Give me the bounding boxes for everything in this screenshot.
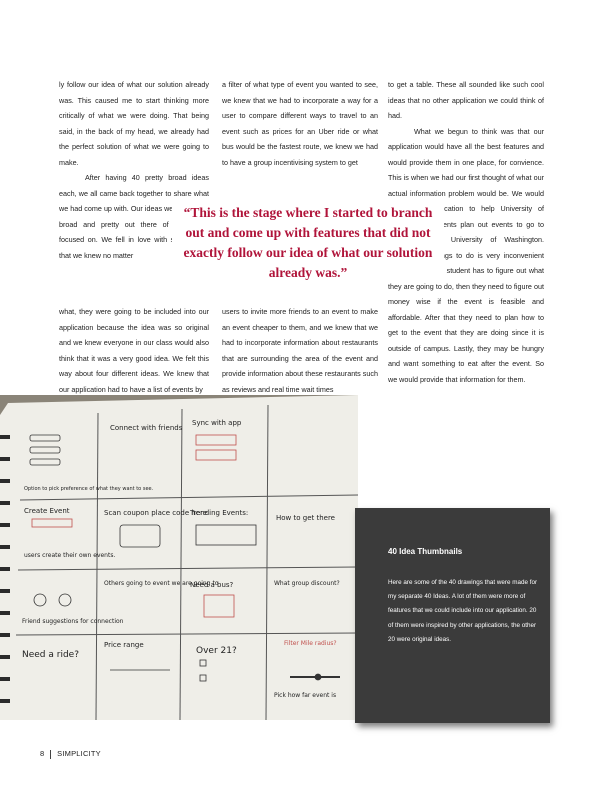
sketch-cell-15: Over 21? — [196, 646, 237, 656]
sketch-cell-16: Filter Mile radius? — [284, 640, 337, 647]
pull-quote: “This is the stage where I started to br… — [172, 203, 444, 283]
page-footer: 8 SIMPLICITY — [40, 749, 101, 759]
sketch-cell-4: Create Event — [24, 507, 70, 515]
body-column-2: a filter of what type of event you wante… — [222, 77, 378, 170]
footer-divider — [50, 749, 52, 759]
sketch-cell-12: What group discount? — [274, 580, 340, 587]
sketch-cell-11: Need a bus? — [190, 581, 234, 589]
body-column-2-lower: users to invite more friends to an event… — [222, 304, 378, 397]
publication-name: SIMPLICITY — [57, 749, 101, 758]
column-1-lower-text: what, they were going to be included int… — [59, 307, 209, 394]
sketch-cell-8: users create their own events. — [24, 552, 115, 559]
sidebar-title: 40 Idea Thumbnails — [388, 547, 463, 556]
column-2-lower-text: users to invite more friends to an event… — [222, 307, 378, 394]
sidebar-box: 40 Idea Thumbnails Here are some of the … — [355, 508, 550, 723]
body-column-1-lower: what, they were going to be included int… — [59, 304, 209, 397]
column-3-paragraph-1: to get a table. These all sounded like s… — [388, 80, 544, 120]
column-2-upper-text: a filter of what type of event you wante… — [222, 80, 378, 167]
idea-thumbnails-photo: Connect with friends Sync with app Optio… — [0, 395, 358, 720]
sketch-cell-14: Price range — [104, 641, 144, 649]
sketch-cell-1: Connect with friends — [110, 424, 183, 432]
sketch-cell-3: Option to pick preference of what they w… — [24, 486, 154, 492]
sketch-cell-7: How to get there — [276, 514, 335, 522]
sketch-cell-17: Pick how far event is — [274, 692, 336, 699]
sketch-cell-6: Trending Events: — [189, 509, 248, 517]
column-1-paragraph-continued: ly follow our idea of what our solution … — [59, 80, 209, 167]
sidebar-text: Here are some of the 40 drawings that we… — [388, 579, 538, 643]
sketchbook-illustration: Connect with friends Sync with app Optio… — [0, 395, 358, 720]
sketch-cell-2: Sync with app — [192, 419, 242, 427]
sketch-cell-9: Friend suggestions for connection — [22, 618, 124, 625]
sketch-cell-13: Need a ride? — [22, 650, 79, 660]
page-number: 8 — [40, 749, 45, 758]
